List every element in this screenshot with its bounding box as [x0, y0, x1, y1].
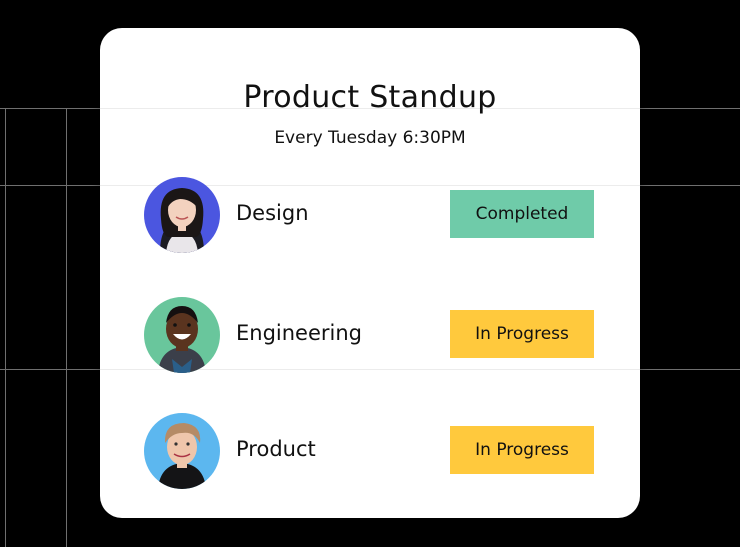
guide-line [5, 108, 6, 547]
standup-card: Product Standup Every Tuesday 6:30PM Des… [100, 28, 640, 518]
team-row-product[interactable]: Product In Progress [144, 413, 596, 491]
guide-line [66, 108, 67, 547]
card-subtitle: Every Tuesday 6:30PM [274, 128, 466, 148]
team-name: Design [236, 201, 309, 225]
team-name: Product [236, 437, 316, 461]
status-badge: Completed [450, 190, 594, 238]
person-avatar-icon [144, 297, 220, 373]
team-row-engineering[interactable]: Engineering In Progress [144, 297, 596, 375]
team-row-design[interactable]: Design Completed [144, 177, 596, 255]
person-avatar-icon [144, 413, 220, 489]
team-name: Engineering [236, 321, 362, 345]
status-badge: In Progress [450, 310, 594, 358]
card-title: Product Standup [243, 80, 497, 115]
status-badge: In Progress [450, 426, 594, 474]
person-avatar-icon [144, 177, 220, 253]
